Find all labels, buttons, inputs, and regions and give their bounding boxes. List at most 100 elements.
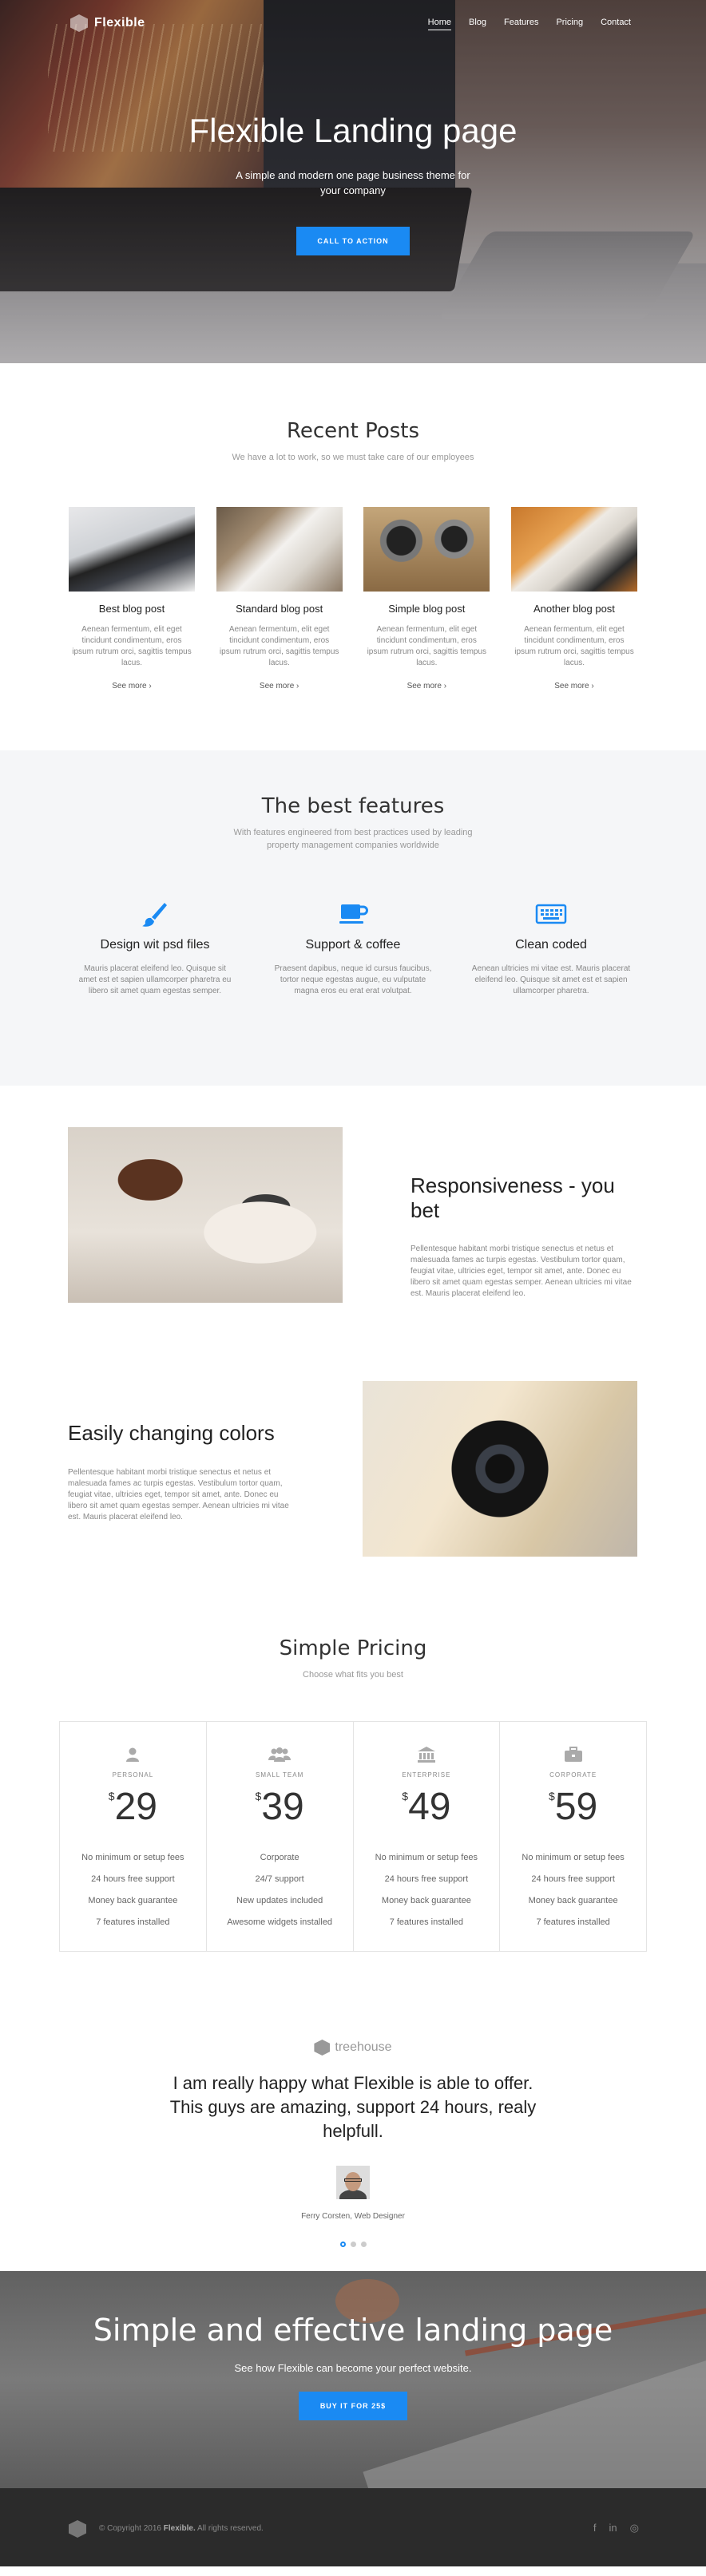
hero-title: Flexible Landing page	[188, 112, 518, 149]
plan-feature: 24 hours free support	[91, 1874, 175, 1884]
post-card: Standard blog post Aenean fermentum, eli…	[216, 507, 343, 692]
coffee-icon	[273, 900, 433, 928]
copyright-text: © Copyright 2016 Flexible. All rights re…	[99, 2524, 264, 2533]
post-excerpt: Aenean fermentum, elit eget tincidunt co…	[72, 625, 192, 667]
social-links: f in ◎	[593, 2522, 639, 2534]
carousel-dot-3[interactable]	[360, 2242, 367, 2247]
plan-name: PERSONAL	[112, 1771, 154, 1779]
pricing-plan[interactable]: CORPORATE $59 No minimum or setup fees 2…	[499, 1722, 646, 1951]
see-more-link[interactable]: See more ›	[407, 682, 446, 690]
nav-link-pricing[interactable]: Pricing	[556, 18, 583, 30]
nav-link-features[interactable]: Features	[504, 18, 538, 30]
treehouse-logo: treehouse	[0, 2040, 706, 2056]
post-image[interactable]	[69, 507, 195, 592]
post-card: Simple blog post Aenean fermentum, elit …	[363, 507, 490, 692]
post-title[interactable]: Best blog post	[69, 603, 195, 615]
keyboard-icon	[471, 900, 631, 928]
feature-item: Design wit psd files Mauris placerat ele…	[75, 900, 235, 997]
see-more-link[interactable]: See more ›	[112, 682, 151, 690]
chevron-right-icon: ›	[443, 682, 447, 690]
pricing-plan[interactable]: ENTERPRISE $49 No minimum or setup fees …	[352, 1722, 500, 1951]
facebook-icon[interactable]: f	[593, 2522, 597, 2534]
colors-title: Easily changing colors	[68, 1421, 275, 1445]
colors-section: Easily changing colors Pellentesque habi…	[0, 1381, 706, 1620]
cta-title: Simple and effective landing page	[93, 2313, 613, 2348]
treehouse-icon	[314, 2040, 331, 2056]
call-to-action-button[interactable]: CALL TO ACTION	[296, 227, 410, 255]
post-card: Another blog post Aenean fermentum, elit…	[510, 507, 637, 692]
hero-subtitle: A simple and modern one page business th…	[236, 169, 470, 196]
see-more-link[interactable]: See more ›	[554, 682, 593, 690]
plan-feature: 7 features installed	[536, 1917, 610, 1927]
feature-item: Clean coded Aenean ultricies mi vitae es…	[471, 900, 631, 997]
plan-price: $39	[255, 1786, 304, 1828]
plan-feature: 7 features installed	[96, 1917, 170, 1927]
instagram-icon[interactable]: ◎	[630, 2522, 639, 2534]
carousel-dot-1[interactable]	[339, 2242, 346, 2247]
camera-lens-image	[363, 1381, 637, 1557]
carousel-dot-2[interactable]	[350, 2242, 356, 2247]
post-image[interactable]	[363, 507, 490, 592]
plan-feature: Money back guarantee	[528, 1896, 618, 1905]
briefcase-icon	[500, 1746, 646, 1763]
nav-link-blog[interactable]: Blog	[469, 18, 486, 30]
plan-feature: 24 hours free support	[384, 1874, 469, 1884]
feature-grid: Design wit psd files Mauris placerat ele…	[0, 900, 706, 997]
footer-logo-icon[interactable]	[69, 2520, 86, 2538]
post-excerpt: Aenean fermentum, elit eget tincidunt co…	[219, 625, 339, 667]
features-title: The best features	[261, 794, 445, 818]
post-title[interactable]: Standard blog post	[216, 603, 343, 615]
girl-with-dog-image	[68, 1127, 343, 1303]
pricing-plan[interactable]: SMALL TEAM $39 Corporate 24/7 support Ne…	[205, 1722, 353, 1951]
feature-text: Aenean ultricies mi vitae est. Mauris pl…	[471, 964, 631, 995]
post-image[interactable]	[216, 507, 343, 592]
pricing-section: Simple Pricing Choose what fits you best…	[0, 1620, 706, 2040]
testimonial-quote: I am really happy what Flexible is able …	[169, 2073, 537, 2141]
pricing-title: Simple Pricing	[279, 1636, 427, 1660]
cta-section: Simple and effective landing page See ho…	[0, 2271, 706, 2488]
plan-name: CORPORATE	[549, 1771, 597, 1779]
plan-feature: 7 features installed	[389, 1917, 464, 1927]
recent-posts-section: Recent Posts We have a lot to work, so w…	[0, 363, 706, 750]
buy-button[interactable]: BUY IT FOR 25$	[299, 2392, 407, 2420]
nav-link-home[interactable]: Home	[427, 18, 451, 30]
linkedin-icon[interactable]: in	[609, 2522, 617, 2534]
pricing-plan[interactable]: PERSONAL $29 No minimum or setup fees 24…	[60, 1722, 206, 1951]
footer: © Copyright 2016 Flexible. All rights re…	[0, 2488, 706, 2566]
nav-link-contact[interactable]: Contact	[601, 18, 631, 30]
user-icon	[60, 1746, 206, 1763]
cta-subtitle: See how Flexible can become your perfect…	[234, 2362, 472, 2374]
post-excerpt: Aenean fermentum, elit eget tincidunt co…	[367, 625, 487, 667]
features-subtitle: With features engineered from best pract…	[233, 828, 473, 850]
chevron-right-icon: ›	[591, 682, 594, 690]
team-icon	[207, 1746, 353, 1763]
feature-title: Design wit psd files	[100, 938, 210, 952]
feature-title: Clean coded	[515, 938, 587, 952]
post-title[interactable]: Another blog post	[511, 603, 637, 615]
posts-title: Recent Posts	[286, 419, 420, 443]
hero-section: Flexible Home Blog Features Pricing Cont…	[0, 0, 706, 363]
nav-links: Home Blog Features Pricing Contact	[427, 18, 631, 30]
chevron-right-icon: ›	[296, 682, 299, 690]
pricing-subtitle: Choose what fits you best	[303, 1670, 403, 1680]
responsiveness-text: Pellentesque habitant morbi tristique se…	[411, 1244, 632, 1298]
brush-icon	[75, 900, 235, 928]
plan-name: SMALL TEAM	[256, 1771, 304, 1779]
logo[interactable]: Flexible	[70, 14, 145, 32]
carousel-dots	[0, 2242, 706, 2247]
posts-subtitle: We have a lot to work, so we must take c…	[232, 453, 474, 462]
avatar	[336, 2166, 370, 2199]
pricing-table: PERSONAL $29 No minimum or setup fees 24…	[59, 1721, 647, 1952]
testimonial-author: Ferry Corsten, Web Designer	[301, 2212, 405, 2221]
responsiveness-title: Responsiveness - you bet	[411, 1173, 615, 1222]
features-section: The best features With features engineer…	[0, 750, 706, 1086]
see-more-link[interactable]: See more ›	[260, 682, 299, 690]
post-image[interactable]	[510, 507, 637, 592]
logo-text: Flexible	[94, 16, 145, 30]
responsiveness-section: Responsiveness - you bet Pellentesque ha…	[0, 1086, 706, 1381]
bank-icon	[354, 1746, 500, 1763]
plan-name: ENTERPRISE	[402, 1771, 451, 1779]
plan-feature: Awesome widgets installed	[227, 1917, 333, 1927]
plan-price: $59	[549, 1786, 598, 1828]
post-title[interactable]: Simple blog post	[363, 603, 490, 615]
